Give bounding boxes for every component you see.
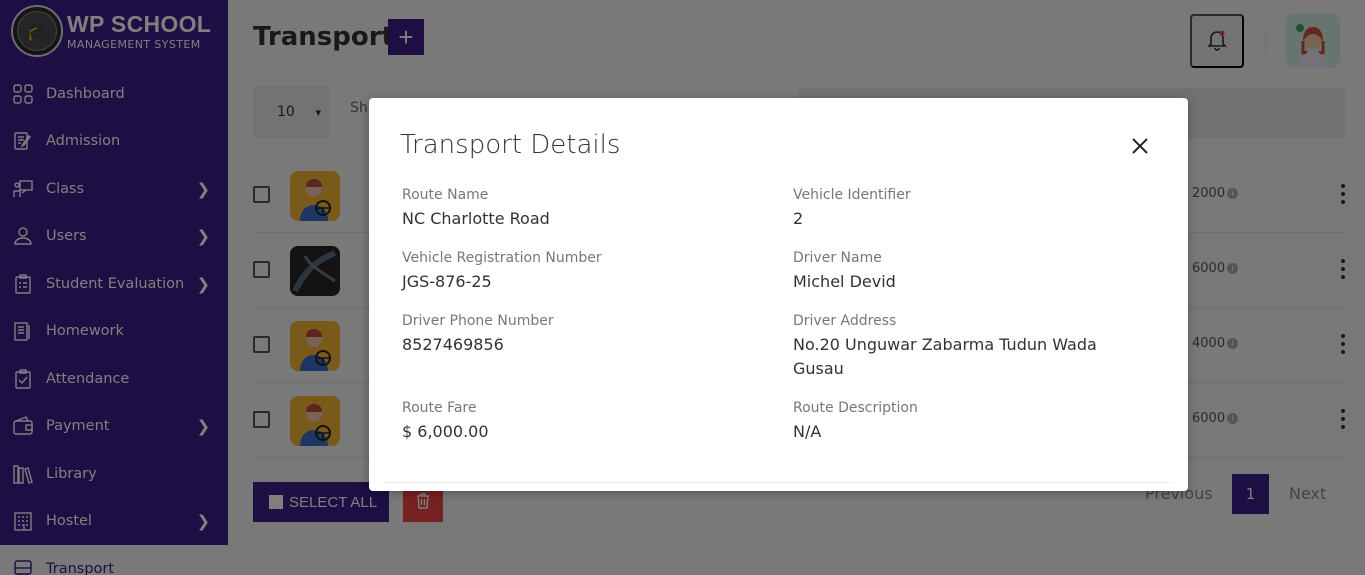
field-value: NC Charlotte Road [402,209,550,228]
field-value: JGS-876-25 [402,272,492,291]
field-label: Vehicle Identifier [793,187,911,203]
close-button[interactable] [1127,134,1153,160]
field-label: Route Name [402,187,489,203]
field-driver-name: Driver Name Michel Devid [793,250,1133,294]
close-icon [1132,137,1148,157]
field-value: No.20 Unguwar Zabarma Tudun Wada Gusau [793,335,1097,378]
transport-details-modal: Transport Details Route Name NC Charlott… [369,98,1188,491]
field-label: Route Description [793,400,918,416]
field-value: N/A [793,422,822,441]
field-label: Vehicle Registration Number [402,250,602,266]
field-driver-phone: Driver Phone Number 8527469856 [402,313,742,357]
field-vehicle-identifier: Vehicle Identifier 2 [793,187,1133,231]
field-driver-address: Driver Address No.20 Unguwar Zabarma Tud… [793,313,1123,381]
field-vehicle-registration: Vehicle Registration Number JGS-876-25 [402,250,742,294]
field-route-description: Route Description N/A [793,400,1133,444]
field-value: 2 [793,209,804,228]
field-route-fare: Route Fare $ 6,000.00 [402,400,742,444]
field-label: Driver Address [793,313,897,329]
field-value: 8527469856 [402,335,504,354]
field-route-name: Route Name NC Charlotte Road [402,187,742,231]
field-label: Driver Phone Number [402,313,554,329]
field-value: $ 6,000.00 [402,422,489,441]
modal-title: Transport Details [400,130,621,160]
field-label: Driver Name [793,250,882,266]
field-value: Michel Devid [793,272,896,291]
field-label: Route Fare [402,400,477,416]
modal-footer-divider [384,482,1173,483]
